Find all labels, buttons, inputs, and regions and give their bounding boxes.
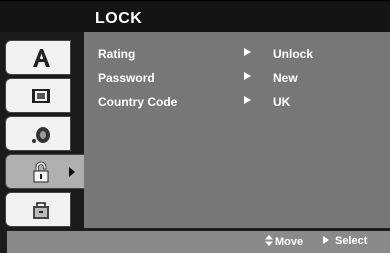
row-label: Password bbox=[98, 71, 155, 85]
selected-tab-arrow-icon bbox=[69, 167, 75, 177]
tab-display[interactable] bbox=[5, 78, 71, 113]
language-letter-a-icon bbox=[33, 49, 50, 67]
up-down-arrows-icon bbox=[265, 235, 273, 246]
move-hint: Move bbox=[265, 235, 303, 248]
settings-panel: Rating Unlock Password New Country Code … bbox=[84, 32, 390, 228]
row-label: Rating bbox=[98, 47, 136, 61]
setup-menu-screen: LOCK Rating Unlock Password New Country … bbox=[0, 0, 390, 253]
others-bag-icon bbox=[33, 202, 49, 219]
select-label: Select bbox=[335, 235, 368, 247]
row-value: UK bbox=[273, 95, 291, 109]
tab-others[interactable] bbox=[5, 192, 71, 227]
display-screen-icon bbox=[32, 89, 50, 103]
menu-row-rating[interactable]: Rating Unlock bbox=[98, 44, 378, 64]
menu-row-country-code[interactable]: Country Code UK bbox=[98, 92, 378, 112]
row-label: Country Code bbox=[98, 95, 178, 109]
row-arrow-icon bbox=[244, 96, 251, 104]
row-value: New bbox=[273, 71, 298, 85]
tab-language[interactable] bbox=[5, 40, 71, 75]
help-bar: Move Select bbox=[0, 228, 390, 253]
select-hint: Select bbox=[323, 235, 367, 247]
category-sidebar bbox=[0, 32, 85, 228]
row-arrow-icon bbox=[244, 72, 251, 80]
menu-row-password[interactable]: Password New bbox=[98, 68, 378, 88]
row-arrow-icon bbox=[244, 48, 251, 56]
tab-lock[interactable] bbox=[5, 154, 85, 189]
page-title: LOCK bbox=[95, 10, 143, 27]
move-label: Move bbox=[275, 236, 304, 248]
right-triangle-icon bbox=[323, 236, 329, 244]
padlock-icon bbox=[33, 161, 49, 183]
audio-speaker-icon bbox=[32, 127, 50, 143]
tab-audio[interactable] bbox=[5, 116, 71, 151]
title-bar: LOCK bbox=[0, 0, 390, 33]
row-value: Unlock bbox=[273, 47, 314, 61]
